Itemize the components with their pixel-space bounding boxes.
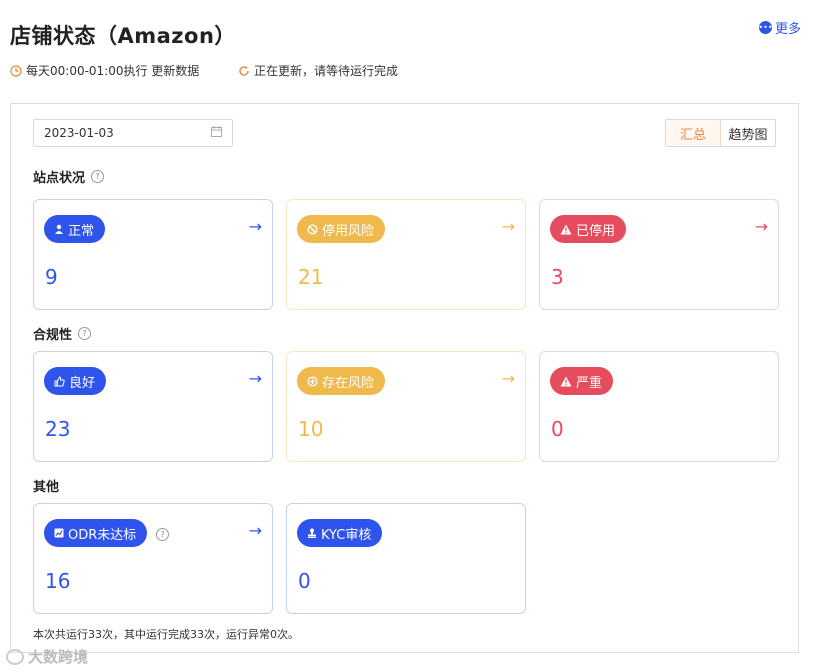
help-icon[interactable]: ? xyxy=(78,327,92,340)
card-value: 16 xyxy=(45,569,71,593)
section-title: 合规性 xyxy=(33,328,73,343)
card-value: 3 xyxy=(551,265,564,289)
tab-trend[interactable]: 趋势图 xyxy=(721,120,775,146)
status-badge: 良好 xyxy=(44,367,107,395)
watermark-text: 大数跨境 xyxy=(28,648,89,666)
date-picker[interactable]: 2023-01-03 xyxy=(33,119,233,147)
stamp-icon xyxy=(307,528,317,538)
card-at-risk[interactable]: 存在风险 → 10 xyxy=(286,351,526,462)
card-suspended[interactable]: 已停用 → 3 xyxy=(539,199,779,310)
schedule-info: 每天00:00-01:00执行 更新数据 xyxy=(10,62,199,79)
badge-label: 存在风险 xyxy=(322,375,375,391)
ban-icon xyxy=(307,223,318,235)
update-status-text: 正在更新，请等待运行完成 xyxy=(254,64,399,78)
status-badge: 停用风险 xyxy=(297,215,386,243)
status-badge: ODR未达标 xyxy=(44,519,148,547)
calendar-icon xyxy=(211,126,222,140)
tab-summary[interactable]: 汇总 xyxy=(666,120,721,146)
refresh-icon xyxy=(239,65,249,76)
warning-icon xyxy=(560,376,572,387)
page-title: 店铺状态（Amazon） xyxy=(10,24,236,48)
more-link[interactable]: ••• 更多 xyxy=(758,18,801,37)
status-panel: 2023-01-03 汇总 趋势图 站点状况 ? 正常 → 9 停用风险 → 2… xyxy=(10,103,799,653)
card-good[interactable]: 良好 → 23 xyxy=(33,351,273,462)
badge-label: 良好 xyxy=(69,375,96,391)
section-title: 站点状况 xyxy=(33,171,86,186)
card-value: 0 xyxy=(298,569,311,593)
thumbs-up-icon xyxy=(54,375,65,387)
warning-icon xyxy=(560,224,572,235)
badge-label: 已停用 xyxy=(576,223,616,239)
view-toggle: 汇总 趋势图 xyxy=(665,119,776,147)
card-suspension-risk[interactable]: 停用风险 → 21 xyxy=(286,199,526,310)
badge-label: ODR未达标 xyxy=(68,527,137,543)
card-value: 21 xyxy=(298,265,324,289)
section-other: 其他 xyxy=(33,476,59,495)
watermark: 大数跨境 xyxy=(6,646,88,667)
more-label: 更多 xyxy=(774,22,801,37)
card-value: 0 xyxy=(551,417,564,441)
card-severe[interactable]: 严重 0 xyxy=(539,351,779,462)
status-badge: 严重 xyxy=(550,367,614,395)
badge-label: 停用风险 xyxy=(322,223,375,239)
status-badge: 正常 xyxy=(44,215,106,243)
plus-circle-icon xyxy=(307,376,318,387)
badge-label: KYC审核 xyxy=(321,527,372,543)
arrow-right-icon: → xyxy=(248,521,262,540)
badge-label: 严重 xyxy=(576,375,603,391)
card-odr[interactable]: ODR未达标 ? → 16 xyxy=(33,503,273,614)
arrow-right-icon: → xyxy=(501,369,515,388)
help-icon[interactable]: ? xyxy=(156,528,169,541)
chart-icon xyxy=(54,528,64,538)
status-badge: KYC审核 xyxy=(297,519,383,547)
schedule-text: 每天00:00-01:00执行 更新数据 xyxy=(26,64,200,78)
section-compliance: 合规性 ? xyxy=(33,324,92,343)
card-normal[interactable]: 正常 → 9 xyxy=(33,199,273,310)
clock-icon xyxy=(10,64,22,77)
arrow-right-icon: → xyxy=(501,217,515,236)
arrow-right-icon: → xyxy=(248,369,262,388)
update-status: 正在更新，请等待运行完成 xyxy=(238,62,398,79)
section-title: 其他 xyxy=(33,480,60,495)
card-kyc[interactable]: KYC审核 0 xyxy=(286,503,526,614)
run-summary: 本次共运行33次，其中运行完成33次，运行异常0次。 xyxy=(33,628,299,641)
card-value: 23 xyxy=(45,417,71,441)
help-icon[interactable]: ? xyxy=(91,170,105,183)
status-badge: 存在风险 xyxy=(297,367,386,395)
arrow-right-icon: → xyxy=(754,217,768,236)
watermark-logo-icon xyxy=(6,648,24,665)
status-badge: 已停用 xyxy=(550,215,627,243)
card-value: 10 xyxy=(298,417,324,441)
arrow-right-icon: → xyxy=(248,217,262,236)
more-dots-icon: ••• xyxy=(758,21,773,34)
card-value: 9 xyxy=(45,265,58,289)
badge-label: 正常 xyxy=(68,223,95,239)
section-site-status: 站点状况 ? xyxy=(33,167,105,186)
user-icon xyxy=(54,224,64,234)
date-value: 2023-01-03 xyxy=(44,126,114,140)
